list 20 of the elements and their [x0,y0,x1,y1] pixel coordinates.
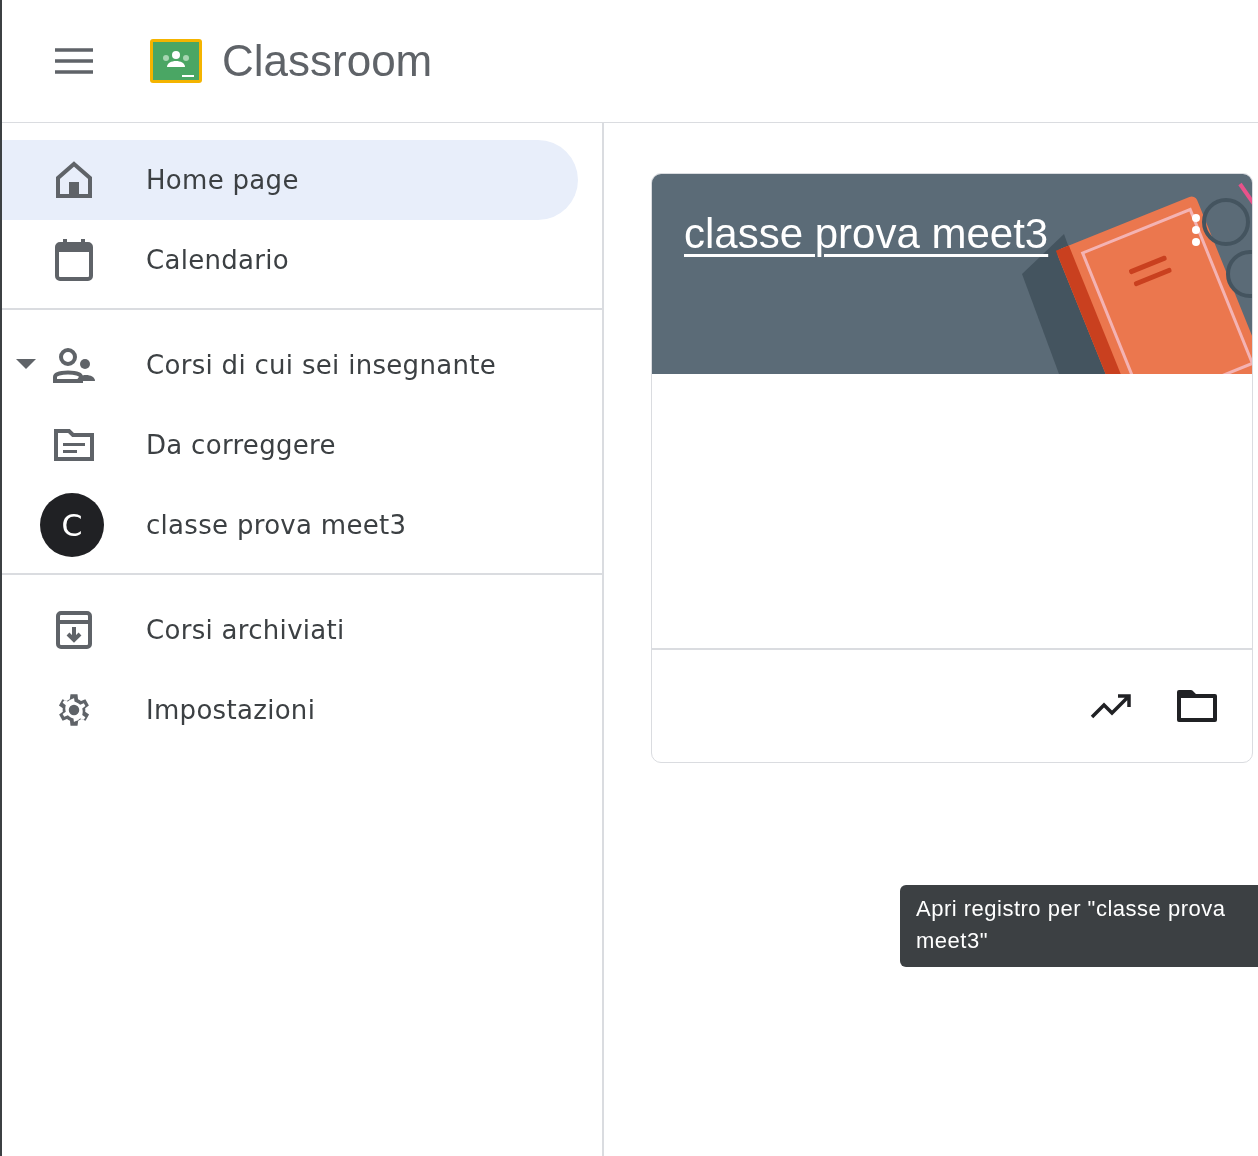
nav-item[interactable]: Corsi di cui sei insegnante [2,325,578,405]
folder-list-icon [53,428,95,462]
nav-item[interactable]: Impostazioni [2,670,578,750]
classroom-logo-icon [150,39,202,83]
archive-icon [55,610,93,650]
home-icon [54,160,94,200]
caret-icon[interactable] [16,359,36,371]
people-icon [52,347,96,383]
nav-item[interactable]: Home page [2,140,578,220]
course-title-link[interactable]: classe prova meet3 [684,210,1049,258]
nav-item[interactable]: C classe prova meet3 [2,485,578,565]
nav-item[interactable]: Corsi archiviati [2,590,578,670]
nav-item[interactable]: Calendario [2,220,578,300]
course-avatar: C [40,493,104,557]
trending-up-icon[interactable] [1090,693,1132,719]
tooltip: Apri registro per "classe prova meet3" [900,885,1258,967]
nav-item[interactable]: Da correggere [2,405,578,485]
folder-icon[interactable] [1176,689,1218,723]
calendar-icon [54,238,94,282]
app-title: Classroom [222,36,433,86]
